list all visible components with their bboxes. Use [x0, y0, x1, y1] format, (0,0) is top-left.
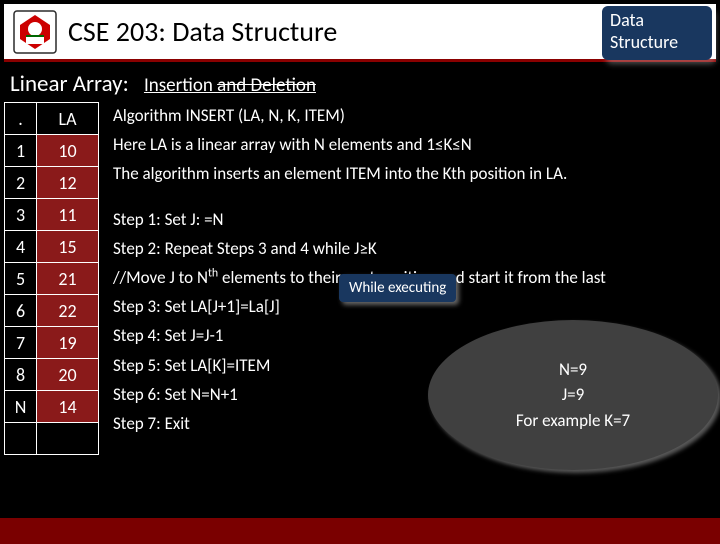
algo-step-2: Step 2: Repeat Steps 3 and 4 while J≥K: [113, 235, 708, 262]
cell-index: 7: [5, 327, 37, 359]
algorithm-block: Algorithm INSERT (LA, N, K, ITEM) Here L…: [99, 102, 716, 455]
th-index: .: [5, 103, 37, 135]
spacer: [113, 190, 708, 204]
cell-index: N: [5, 391, 37, 423]
content-area: . LA 110 212 311 415 521 622 719 820 N14…: [0, 100, 720, 455]
example-bubble: N=9 J=9 For example K=7: [428, 320, 718, 470]
algo-comment-a: //Move J to N: [113, 267, 208, 288]
cell-value: 20: [37, 359, 99, 391]
badge-line-2: Structure: [610, 32, 704, 54]
subheading-strike: and Deletion: [217, 74, 316, 97]
while-executing-caption: While executing: [339, 274, 456, 302]
algo-desc-2: The algorithm inserts an element ITEM in…: [113, 160, 708, 187]
table-row: 415: [5, 231, 99, 263]
table-row: 820: [5, 359, 99, 391]
cell-index: 5: [5, 263, 37, 295]
array-table-wrap: . LA 110 212 311 415 521 622 719 820 N14: [4, 102, 99, 455]
array-table: . LA 110 212 311 415 521 622 719 820 N14: [4, 102, 99, 455]
section-heading-row: Linear Array: Insertion and Deletion: [0, 66, 720, 100]
cell-value: 19: [37, 327, 99, 359]
cell-value: 22: [37, 295, 99, 327]
cell-value: 11: [37, 199, 99, 231]
superscript-th: th: [208, 266, 218, 280]
table-row: 212: [5, 167, 99, 199]
bubble-line-3: For example K=7: [516, 408, 630, 434]
table-row: 110: [5, 135, 99, 167]
section-subheading: Insertion and Deletion: [144, 74, 316, 97]
cell-value: 12: [37, 167, 99, 199]
cell-value: 15: [37, 231, 99, 263]
table-row: 622: [5, 295, 99, 327]
table-row-empty: [5, 423, 99, 455]
table-row: 311: [5, 199, 99, 231]
university-logo-icon: [12, 9, 58, 55]
cell-index: 4: [5, 231, 37, 263]
course-badge: Data Structure: [602, 6, 712, 60]
bubble-line-2: J=9: [562, 382, 585, 408]
cell-empty: [37, 423, 99, 455]
title-bar: CSE 203: Data Structure Data Structure: [4, 4, 716, 62]
algo-step-1: Step 1: Set J: =N: [113, 206, 708, 233]
table-row: 719: [5, 327, 99, 359]
bubble-line-1: N=9: [559, 357, 587, 383]
table-row: 521: [5, 263, 99, 295]
section-heading: Linear Array:: [10, 70, 129, 98]
cell-value: 14: [37, 391, 99, 423]
cell-value: 10: [37, 135, 99, 167]
subheading-keep: Insertion: [144, 74, 217, 97]
th-la: LA: [37, 103, 99, 135]
cell-index: 3: [5, 199, 37, 231]
cell-empty: [5, 423, 37, 455]
cell-index: 6: [5, 295, 37, 327]
table-row: N14: [5, 391, 99, 423]
course-title: CSE 203: Data Structure: [68, 14, 337, 49]
cell-index: 2: [5, 167, 37, 199]
cell-index: 8: [5, 359, 37, 391]
algo-title: Algorithm INSERT (LA, N, K, ITEM): [113, 102, 708, 129]
algo-desc-1: Here LA is a linear array with N element…: [113, 131, 708, 158]
footer-bar: [0, 518, 720, 544]
badge-line-1: Data: [610, 10, 704, 32]
cell-value: 21: [37, 263, 99, 295]
cell-index: 1: [5, 135, 37, 167]
